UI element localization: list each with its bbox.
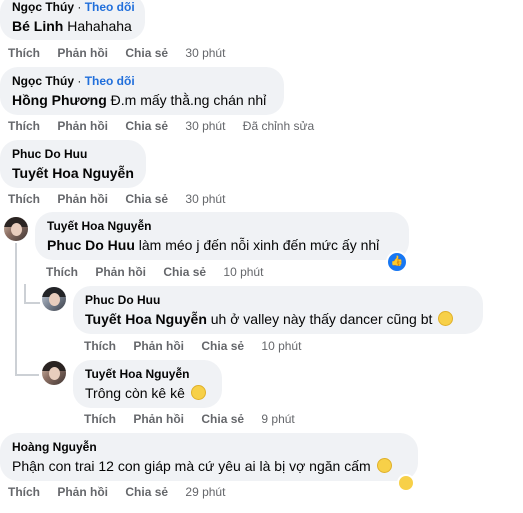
thread-line: [15, 374, 39, 376]
comment-author[interactable]: Ngọc Thúy: [12, 74, 74, 88]
share-link[interactable]: Chia sẻ: [163, 265, 206, 279]
like-link[interactable]: Thích: [84, 339, 116, 353]
comment-author[interactable]: Phuc Do Huu: [85, 293, 160, 307]
comment-actions: Thích Phản hồi Chia sẻ 30 phút Đã chỉnh …: [8, 118, 328, 134]
comment-actions: Thích Phản hồi Chia sẻ 10 phút: [46, 264, 277, 280]
timestamp[interactable]: 29 phút: [185, 485, 225, 499]
timestamp[interactable]: 30 phút: [185, 46, 225, 60]
mention-tag[interactable]: Hồng Phương: [12, 92, 107, 108]
comment-text: Phận con trai 12 con giáp mà cứ yêu ai l…: [12, 457, 406, 476]
reply-link[interactable]: Phản hồi: [133, 339, 184, 353]
follow-link[interactable]: Theo dõi: [85, 74, 135, 88]
mention-tag[interactable]: Bé Linh: [12, 18, 63, 34]
avatar[interactable]: [42, 361, 66, 385]
reply-link[interactable]: Phản hồi: [57, 485, 108, 499]
share-link[interactable]: Chia sẻ: [125, 192, 168, 206]
comment-bubble: Tuyết Hoa Nguyễn Phuc Do Huu làm méo j đ…: [35, 212, 409, 260]
comment-author[interactable]: Tuyết Hoa Nguyễn: [47, 219, 151, 233]
comment-text: Tuyết Hoa Nguyễn: [12, 164, 134, 183]
reply-link[interactable]: Phản hồi: [57, 192, 108, 206]
like-link[interactable]: Thích: [46, 265, 78, 279]
comment-text: Bé Linh Hahahaha: [12, 18, 132, 34]
like-link[interactable]: Thích: [8, 119, 40, 133]
comment-text: Hồng Phương Đ.m mấy thằ.ng chán nhỉ: [12, 92, 267, 108]
laugh-emoji-icon: [190, 385, 206, 400]
comment-text: Phuc Do Huu làm méo j đến nỗi xinh đến m…: [47, 237, 380, 253]
share-link[interactable]: Chia sẻ: [201, 412, 244, 426]
comment-bubble: Hoàng Nguyễn Phận con trai 12 con giáp m…: [0, 433, 418, 481]
reply-link[interactable]: Phản hồi: [57, 119, 108, 133]
comment-bubble: Tuyết Hoa Nguyễn Trông còn kê kê: [73, 360, 222, 408]
mention-tag[interactable]: Tuyết Hoa Nguyễn: [85, 311, 207, 327]
thread-line: [15, 243, 17, 376]
comment-actions: Thích Phản hồi Chia sẻ 30 phút: [8, 191, 239, 207]
smile-emoji-icon: [438, 311, 454, 326]
timestamp[interactable]: 30 phút: [185, 119, 225, 133]
timestamp[interactable]: 10 phút: [223, 265, 263, 279]
like-link[interactable]: Thích: [84, 412, 116, 426]
reply-link[interactable]: Phản hồi: [133, 412, 184, 426]
comment-actions: Thích Phản hồi Chia sẻ 30 phút: [8, 45, 239, 61]
thread-line: [24, 284, 26, 304]
timestamp[interactable]: 9 phút: [261, 412, 294, 426]
thumbs-up-icon[interactable]: 👍: [386, 251, 408, 273]
comment-author[interactable]: Ngọc Thúy: [12, 0, 74, 14]
comment-actions: Thích Phản hồi Chia sẻ 10 phút: [84, 338, 315, 354]
comment-bubble: Phuc Do Huu Tuyết Hoa Nguyễn uh ở valley…: [73, 286, 483, 334]
like-link[interactable]: Thích: [8, 485, 40, 499]
comment-text: Tuyết Hoa Nguyễn uh ở valley này thấy da…: [85, 310, 471, 329]
thread-line: [24, 302, 40, 304]
mention-tag[interactable]: Tuyết Hoa Nguyễn: [12, 165, 134, 181]
laugh-emoji-icon[interactable]: [397, 474, 415, 492]
reply-link[interactable]: Phản hồi: [95, 265, 146, 279]
comment-author[interactable]: Hoàng Nguyễn: [12, 440, 97, 454]
share-link[interactable]: Chia sẻ: [125, 46, 168, 60]
mention-tag[interactable]: Phuc Do Huu: [47, 237, 135, 253]
edited-label[interactable]: Đã chỉnh sửa: [243, 119, 314, 133]
follow-link[interactable]: Theo dõi: [85, 0, 135, 14]
share-link[interactable]: Chia sẻ: [125, 485, 168, 499]
share-link[interactable]: Chia sẻ: [125, 119, 168, 133]
avatar[interactable]: [42, 287, 66, 311]
timestamp[interactable]: 10 phút: [261, 339, 301, 353]
comment-author[interactable]: Tuyết Hoa Nguyễn: [85, 367, 189, 381]
comment-actions: Thích Phản hồi Chia sẻ 9 phút: [84, 411, 309, 427]
tongue-emoji-icon: [376, 458, 392, 473]
comment-actions: Thích Phản hồi Chia sẻ 29 phút: [8, 484, 239, 500]
reply-link[interactable]: Phản hồi: [57, 46, 108, 60]
like-link[interactable]: Thích: [8, 192, 40, 206]
comment-bubble: Ngọc Thúy · Theo dõi Hồng Phương Đ.m mấy…: [0, 67, 284, 115]
comment-bubble: Ngọc Thúy · Theo dõi Bé Linh Hahahaha: [0, 0, 145, 40]
like-link[interactable]: Thích: [8, 46, 40, 60]
share-link[interactable]: Chia sẻ: [201, 339, 244, 353]
comment-author[interactable]: Phuc Do Huu: [12, 147, 87, 161]
timestamp[interactable]: 30 phút: [185, 192, 225, 206]
comment-bubble: Phuc Do Huu Tuyết Hoa Nguyễn: [0, 140, 146, 188]
avatar[interactable]: [4, 217, 28, 241]
comment-text: Trông còn kê kê: [85, 384, 210, 403]
